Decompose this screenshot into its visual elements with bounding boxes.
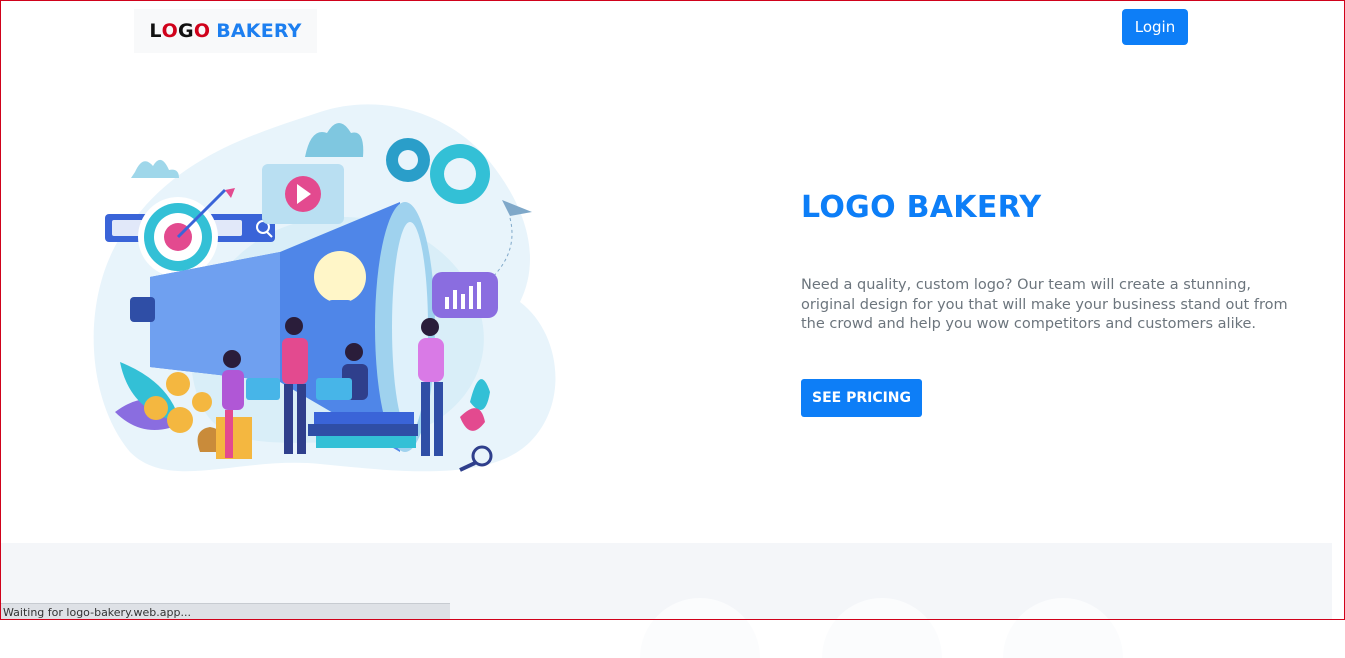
brand-letter: O xyxy=(161,20,179,42)
login-button[interactable]: Login xyxy=(1122,9,1188,45)
browser-status-bar: Waiting for logo-bakery.web.app... xyxy=(0,603,450,620)
brand-logo[interactable]: L O G O BAKERY xyxy=(134,9,317,53)
chart-bubble-icon xyxy=(432,272,498,318)
brand-letter: L xyxy=(149,20,162,42)
see-pricing-button[interactable]: SEE PRICING xyxy=(801,379,922,417)
play-icon xyxy=(262,164,344,224)
megaphone-illustration xyxy=(93,104,556,472)
brand-word: BAKERY xyxy=(216,20,302,42)
hero-description: Need a quality, custom logo? Our team wi… xyxy=(801,277,1288,332)
brand-letter: O xyxy=(193,20,211,42)
hero-title: LOGO BAKERY xyxy=(801,190,1042,225)
brand-letter: G xyxy=(178,20,194,42)
